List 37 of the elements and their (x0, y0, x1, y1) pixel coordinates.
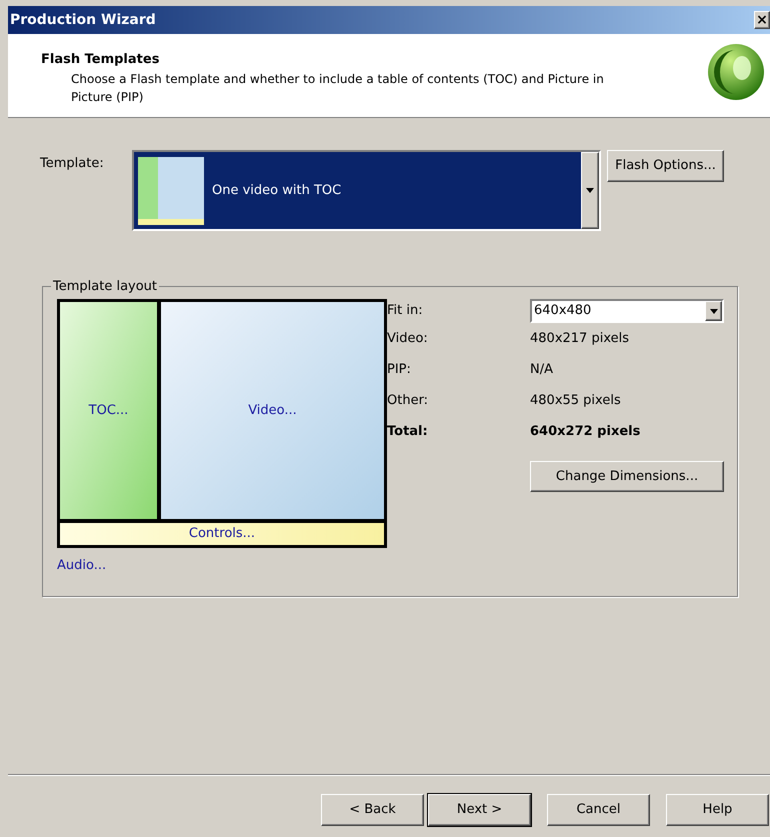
caret-icon (586, 188, 594, 193)
wizard-button[interactable]: < Back (321, 794, 424, 826)
dimension-value: 640x272 pixels (530, 422, 640, 441)
dimension-label: Total: (387, 422, 429, 441)
caret-icon (710, 308, 718, 314)
fit-in-label: Fit in: (387, 302, 424, 320)
template-value: One video with TOC (212, 182, 342, 200)
template-thumbnail-icon (138, 156, 204, 224)
flash-options-button[interactable]: Flash Options... (607, 150, 724, 182)
dimension-value: 480x217 pixels (530, 330, 629, 348)
change-dimensions-button[interactable]: Change Dimensions... (530, 461, 724, 492)
fit-in-value: 640x480 (533, 302, 592, 320)
toc-region[interactable]: TOC... (60, 302, 157, 519)
orb-logo-icon (706, 42, 766, 102)
dimension-label: Other: (387, 392, 430, 410)
dimension-label: Video: (387, 330, 429, 348)
dimension-label: PIP: (387, 360, 412, 379)
header-title: Flash Templates (41, 51, 160, 69)
dropdown-arrow-button[interactable] (705, 301, 722, 321)
dimension-value: N/A (530, 360, 553, 379)
video-link[interactable]: Video... (248, 400, 297, 420)
wizard-button[interactable]: Next > (428, 794, 531, 826)
audio-link[interactable]: Audio... (57, 556, 106, 576)
close-button[interactable]: × (754, 11, 770, 29)
wizard-button[interactable]: Help (666, 794, 769, 826)
header-description: Choose a Flash template and whether to include a table of contents (TOC) and Picture in Picture (PIP) (70, 70, 605, 106)
template-dropdown[interactable]: One video with TOC (132, 150, 601, 231)
video-region[interactable]: Video... (161, 302, 384, 519)
toc-link[interactable]: TOC... (88, 400, 128, 420)
controls-link[interactable]: Controls... (188, 524, 256, 544)
dimension-value: 480x55 pixels (530, 392, 621, 410)
fit-in-dropdown[interactable]: 640x480 (530, 299, 724, 323)
wizard-button[interactable]: Cancel (547, 794, 650, 826)
template-label: Template: (40, 155, 105, 173)
controls-region[interactable]: Controls... (60, 523, 384, 545)
window-title: Production Wizard (10, 10, 156, 30)
dropdown-arrow-button[interactable] (581, 152, 599, 229)
